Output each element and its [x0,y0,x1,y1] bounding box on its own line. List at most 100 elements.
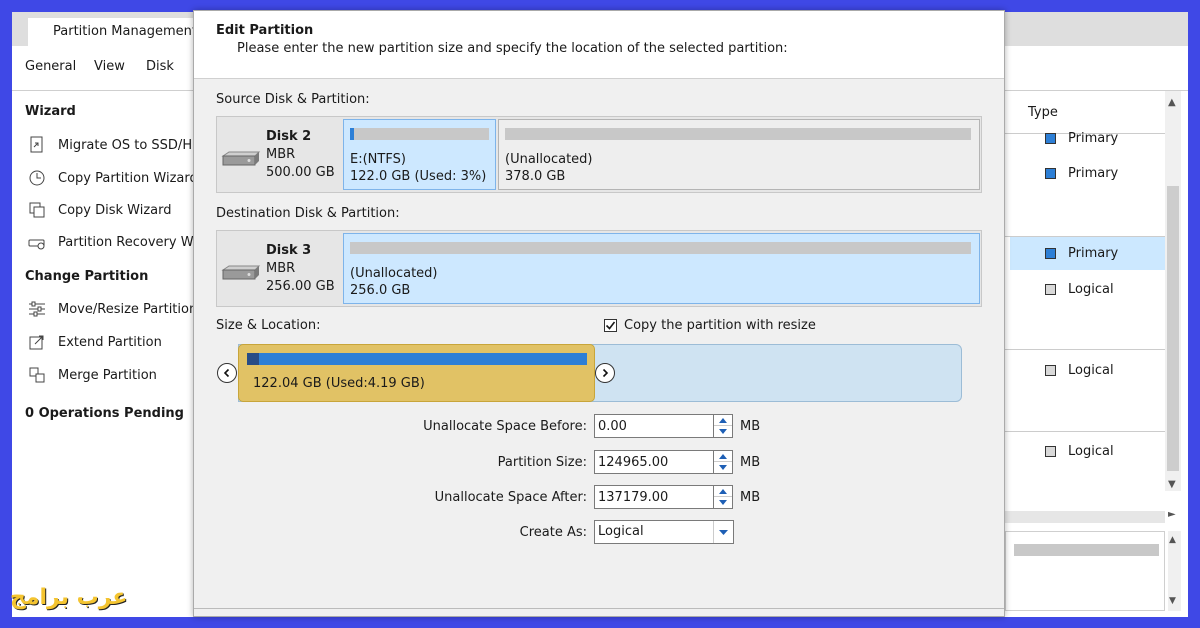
hard-disk-icon [221,265,261,280]
table-row[interactable]: Primary [1045,158,1165,188]
copy-resize-checkbox[interactable] [604,319,617,332]
unallocate-before-input[interactable] [594,414,714,438]
source-disk-size: 500.00 GB [266,165,335,180]
partition-type-list: Type ▲ ▼ Primary Primary Primary Logical… [1005,91,1188,617]
divider [1005,431,1165,432]
sidebar-item-label: Partition Recovery Wiz [58,234,204,250]
chevron-right-icon [602,368,609,378]
dialog-title: Edit Partition [216,23,314,38]
create-as-select[interactable]: Logical [594,520,734,544]
copy-disk-icon [29,202,45,218]
source-disk-name: Disk 2 [266,129,312,144]
column-header-type[interactable]: Type [1028,105,1058,120]
menu-general[interactable]: General [25,59,76,74]
migrate-os-icon [30,136,43,153]
partition-size-label: Partition Size: [497,455,587,470]
destination-label: Destination Disk & Partition: [216,206,400,221]
partition-size-spinner[interactable] [713,450,733,474]
destination-partition-unallocated[interactable]: (Unallocated) 256.0 GB [343,233,980,304]
table-row[interactable]: Logical [1045,355,1165,385]
unallocate-after-input[interactable] [594,485,714,509]
scroll-up-icon[interactable]: ▲ [1169,535,1176,545]
extend-icon [29,335,44,350]
sidebar-item-move-resize[interactable]: Move/Resize Partition [27,298,197,320]
partition-size-input[interactable] [594,450,714,474]
menu-view[interactable]: View [94,59,125,74]
source-partition-e[interactable]: E:(NTFS) 122.0 GB (Used: 3%) [343,119,496,190]
primary-icon [1045,248,1056,259]
right-resize-handle[interactable] [595,363,615,383]
chevron-down-icon[interactable] [713,521,733,543]
scroll-down-icon[interactable]: ▼ [1169,596,1176,606]
spin-up-icon[interactable] [714,451,732,462]
partition-recovery-icon [28,239,45,250]
source-partition-unallocated[interactable]: (Unallocated) 378.0 GB [498,119,980,190]
type-cell: Logical [1068,443,1114,459]
create-as-label: Create As: [519,525,587,540]
sidebar-item-label: Migrate OS to SSD/HD [58,137,203,153]
tab-partition-management[interactable]: Partition Management [28,18,198,46]
partition-bar [247,353,587,365]
table-row-selected[interactable]: Primary [1010,237,1165,270]
partition-size: 122.0 GB (Used: 3%) [350,169,487,184]
left-resize-handle[interactable] [217,363,237,383]
divider [194,608,1004,609]
logical-icon [1045,364,1056,376]
type-cell: Primary [1068,130,1119,146]
partition-size-block[interactable]: 122.04 GB (Used:4.19 GB) [238,344,595,402]
sidebar-item-copy-disk[interactable]: Copy Disk Wizard [27,199,172,221]
type-cell: Logical [1068,362,1114,378]
destination-disk-size: 256.00 GB [266,279,335,294]
menu-disk[interactable]: Disk [146,59,174,74]
move-resize-icon [29,301,45,317]
scroll-right-icon[interactable]: ► [1168,509,1176,520]
operations-pending: 0 Operations Pending [25,406,184,421]
sidebar-item-migrate-os[interactable]: Migrate OS to SSD/HD [27,134,202,156]
usage-bar [350,128,489,140]
sidebar-heading-change-partition: Change Partition [25,269,149,284]
spin-up-icon[interactable] [714,415,732,426]
sidebar-item-partition-recovery[interactable]: Partition Recovery Wiz [27,231,204,253]
table-row[interactable]: Logical [1045,436,1165,466]
sidebar-item-extend[interactable]: Extend Partition [27,331,162,353]
primary-icon [1045,167,1056,179]
disk-map-panel [1005,531,1165,611]
usage-bar [505,128,971,140]
usage-bar [350,242,971,254]
sidebar-item-copy-partition[interactable]: Copy Partition Wizard [27,167,198,189]
spin-up-icon[interactable] [714,486,732,497]
unallocate-after-label: Unallocate Space After: [434,490,587,505]
chevron-left-icon [223,368,230,378]
scrollbar-thumb[interactable] [1167,186,1179,471]
scroll-up-icon[interactable]: ▲ [1168,97,1176,108]
destination-disk-type: MBR [266,261,296,276]
copy-partition-icon [29,170,45,186]
disk-map-bar [1014,544,1159,556]
spin-down-icon[interactable] [714,426,732,437]
unallocate-before-label: Unallocate Space Before: [423,419,587,434]
usage-fill [350,128,355,140]
unallocate-after-spinner[interactable] [713,485,733,509]
spin-down-icon[interactable] [714,497,732,508]
spin-down-icon[interactable] [714,462,732,473]
sidebar-item-merge[interactable]: Merge Partition [27,364,157,386]
divider [1005,349,1165,350]
type-cell: Primary [1068,246,1119,261]
unallocate-before-spinner[interactable] [713,414,733,438]
copy-resize-checkbox-row[interactable]: Copy the partition with resize [604,318,816,333]
partition-name: (Unallocated) [350,266,438,281]
partition-size: 378.0 GB [505,169,566,184]
watermark-logo: عرب برامج [10,585,128,610]
source-label: Source Disk & Partition: [216,92,370,107]
copy-resize-label: Copy the partition with resize [624,318,816,333]
checkmark-icon [605,321,616,330]
table-row[interactable]: Logical [1045,274,1165,304]
sidebar-heading-wizard: Wizard [25,104,76,119]
dialog-header: Edit Partition Please enter the new part… [194,11,1004,79]
scroll-down-icon[interactable]: ▼ [1168,479,1176,490]
destination-disk-name: Disk 3 [266,243,312,258]
horizontal-scrollbar[interactable] [1005,511,1165,523]
size-location-label: Size & Location: [216,318,321,333]
table-row[interactable]: Primary [1045,123,1165,153]
sidebar-item-label: Extend Partition [58,334,162,350]
